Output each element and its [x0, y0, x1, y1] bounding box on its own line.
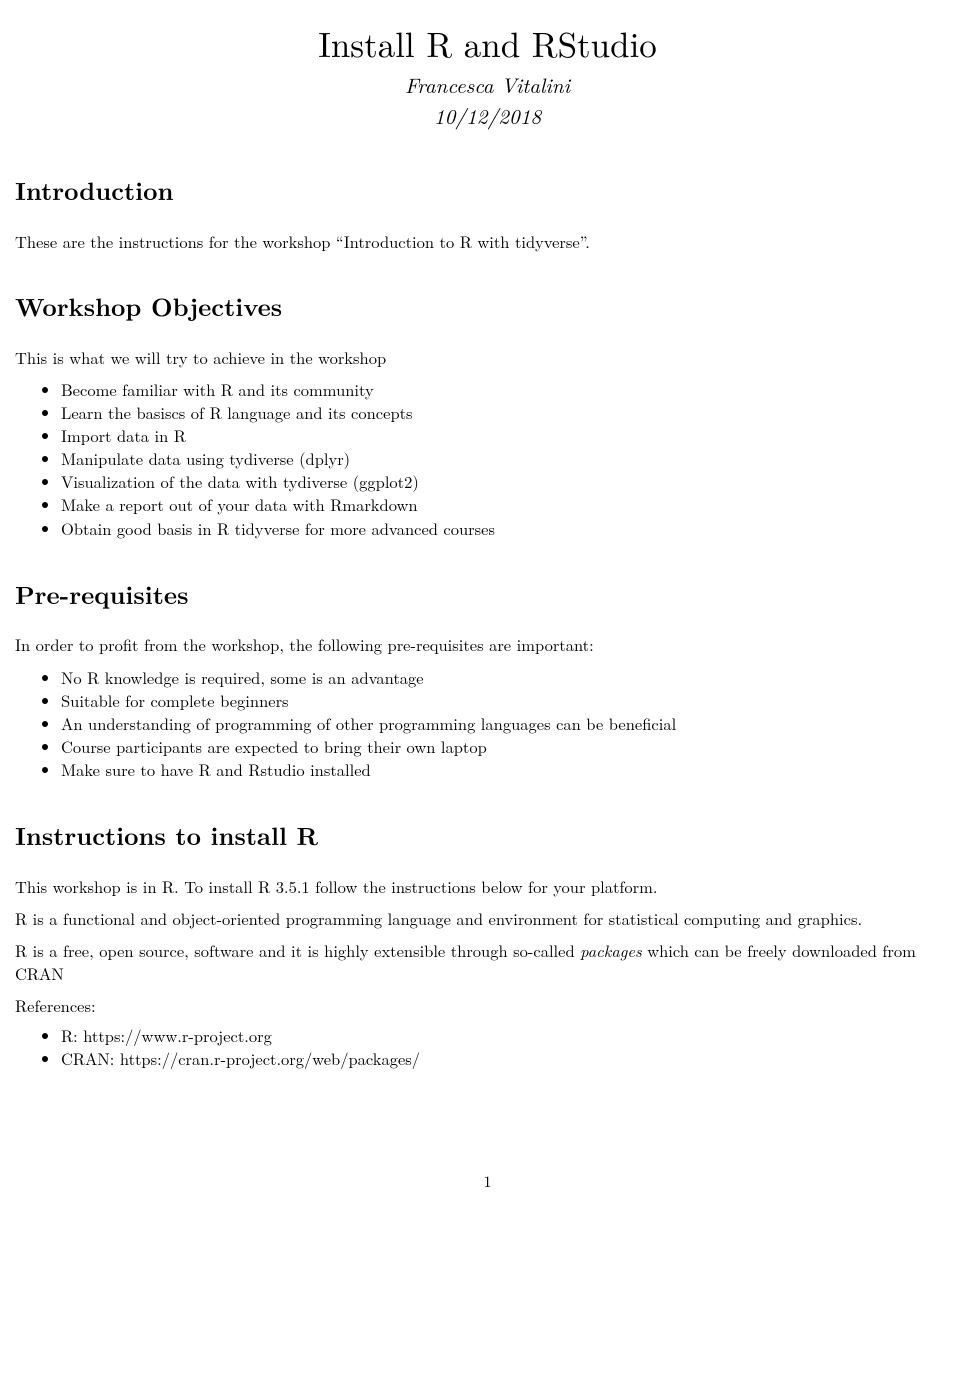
document-date: 10/12/2018	[15, 102, 960, 130]
objectives-list: Become familiar with R and its community…	[15, 378, 960, 540]
objectives-intro: This is what we will try to achieve in t…	[15, 346, 960, 368]
page-number: 1	[15, 1170, 960, 1192]
section-heading-prerequisites: Pre-requisites	[15, 578, 960, 612]
install-p1: This workshop is in R. To install R 3.5.…	[15, 875, 960, 897]
list-item: Manipulate data using tydiverse (dplyr)	[61, 447, 960, 470]
list-item: R: https://www.r-project.org	[61, 1024, 960, 1047]
list-item: Visualization of the data with tydiverse…	[61, 470, 960, 493]
install-p3-italic: packages	[580, 938, 642, 962]
list-item: Learn the basiscs of R language and its …	[61, 401, 960, 424]
list-item: No R knowledge is required, some is an a…	[61, 666, 960, 689]
list-item: Import data in R	[61, 424, 960, 447]
list-item: Make a report out of your data with Rmar…	[61, 493, 960, 516]
list-item: CRAN: https://cran.r-project.org/web/pac…	[61, 1047, 960, 1070]
introduction-text: These are the instructions for the works…	[15, 230, 960, 252]
list-item: An understanding of programming of other…	[61, 712, 960, 735]
install-p3-pre: R is a free, open source, software and i…	[15, 938, 580, 962]
list-item: Make sure to have R and Rstudio installe…	[61, 758, 960, 781]
document-author: Francesca Vitalini	[15, 71, 960, 99]
prerequisites-intro: In order to profit from the workshop, th…	[15, 633, 960, 655]
section-heading-install: Instructions to install R	[15, 819, 960, 853]
references-label: References:	[15, 994, 960, 1016]
references-list: R: https://www.r-project.org CRAN: https…	[15, 1024, 960, 1070]
list-item: Course participants are expected to brin…	[61, 735, 960, 758]
install-p2: R is a functional and object-oriented pr…	[15, 907, 960, 929]
install-p3: R is a free, open source, software and i…	[15, 939, 960, 984]
document-title: Install R and RStudio	[15, 20, 960, 67]
list-item: Become familiar with R and its community	[61, 378, 960, 401]
prerequisites-list: No R knowledge is required, some is an a…	[15, 666, 960, 781]
section-heading-objectives: Workshop Objectives	[15, 290, 960, 324]
list-item: Suitable for complete beginners	[61, 689, 960, 712]
list-item: Obtain good basis in R tidyverse for mor…	[61, 517, 960, 540]
section-heading-introduction: Introduction	[15, 174, 960, 208]
